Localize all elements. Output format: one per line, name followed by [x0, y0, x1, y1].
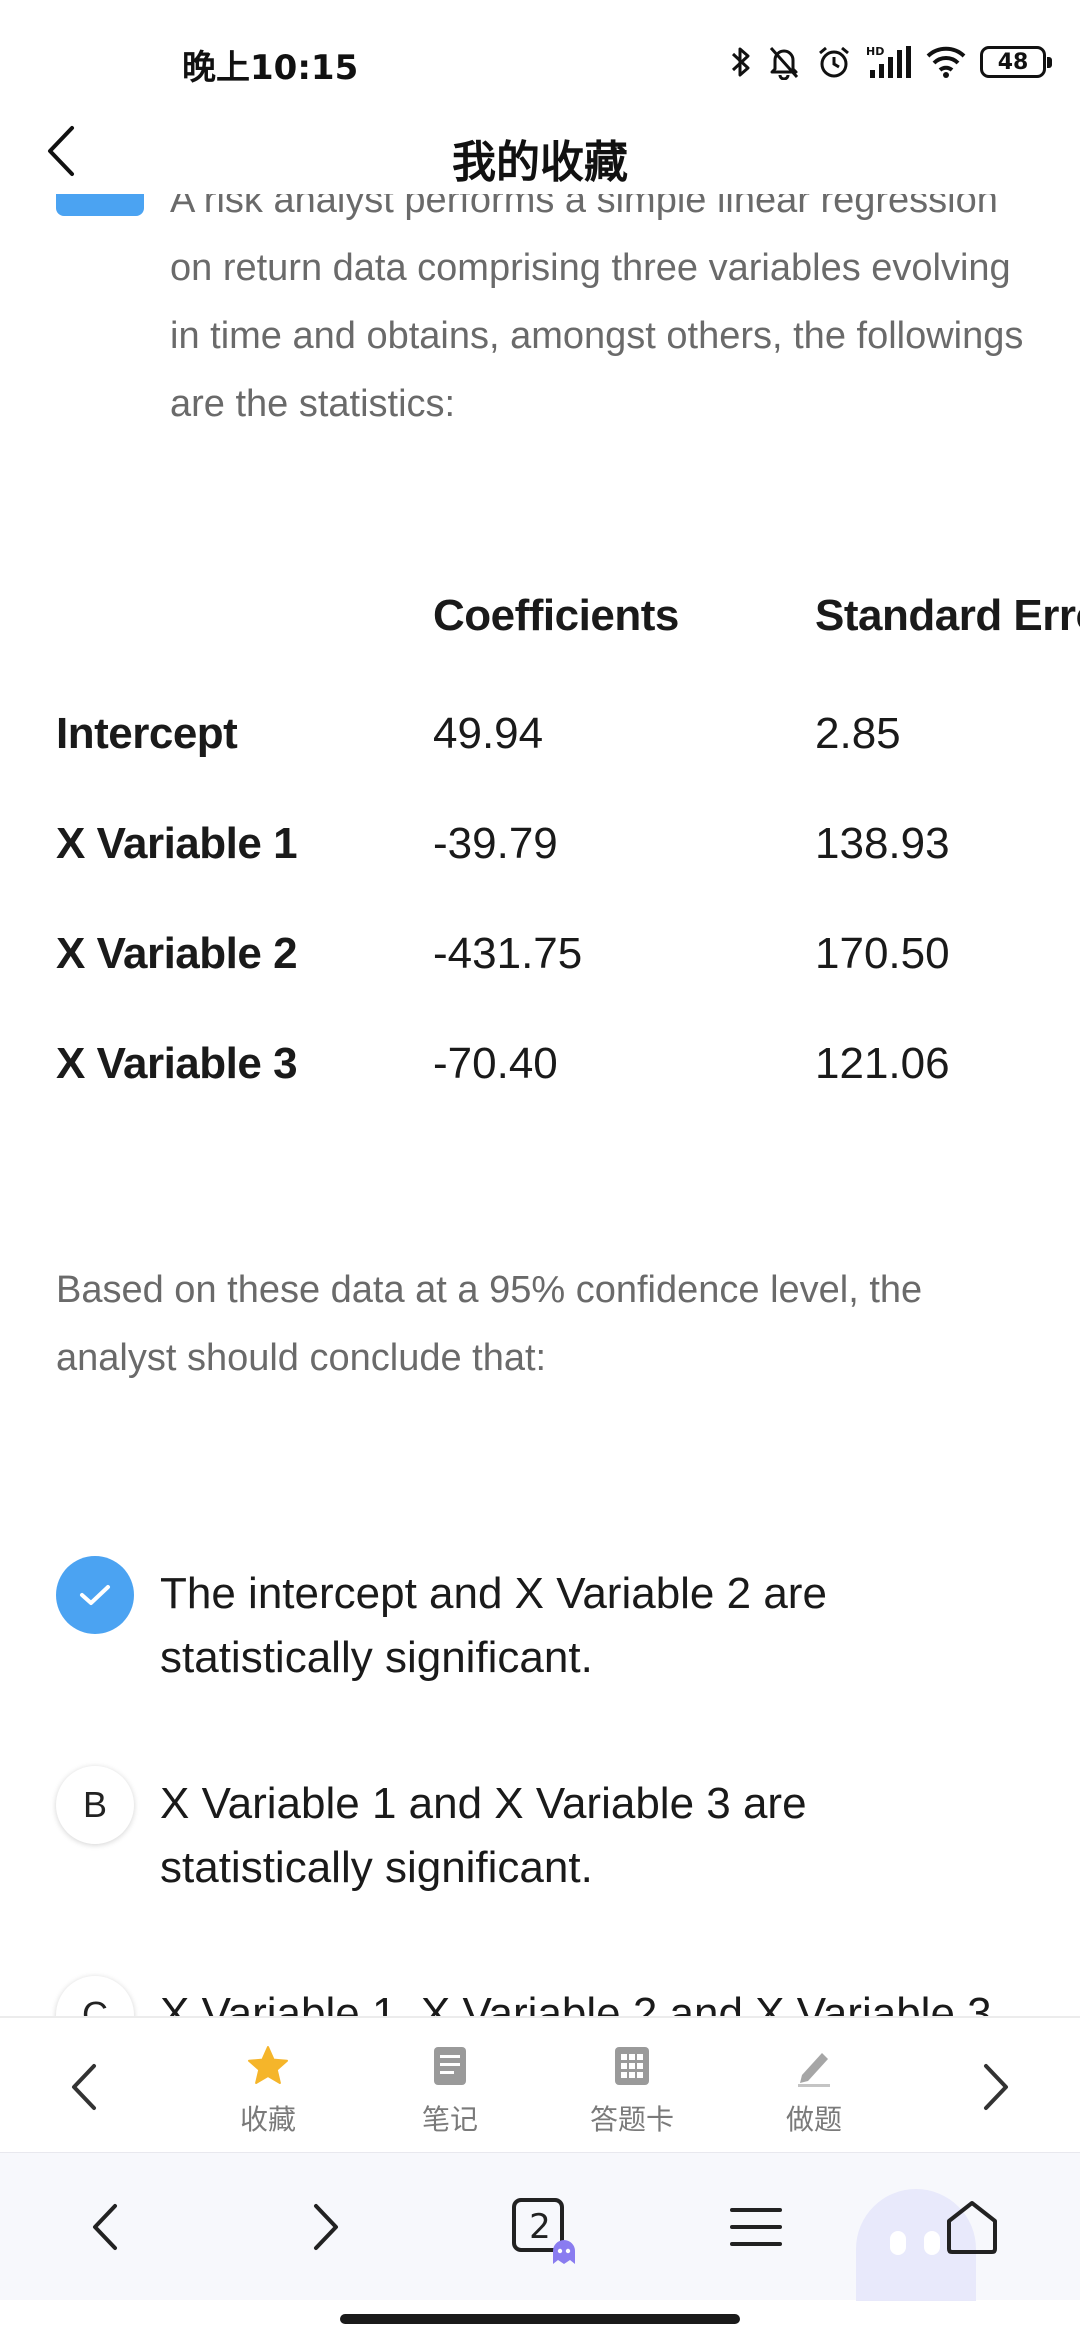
tabs-icon: 2	[512, 2198, 575, 2264]
toolbar-practice-button[interactable]: 做题	[749, 2038, 879, 2138]
mute-bell-icon	[769, 46, 799, 80]
table-row: Intercept 49.94 2.85	[56, 704, 1080, 814]
home-indicator[interactable]	[340, 2314, 740, 2324]
answer-card-icon	[615, 2047, 649, 2085]
browser-tabs-button[interactable]: 2	[490, 2179, 590, 2275]
battery-icon: 48	[980, 46, 1052, 78]
alarm-icon	[819, 46, 849, 78]
star-icon	[248, 2046, 288, 2084]
table-header: Coefficients Standard Error	[56, 586, 1080, 704]
question-toolbar: 收藏 笔记 答题卡 做题	[0, 2016, 1080, 2152]
notebook-icon	[434, 2047, 466, 2085]
page-title: 我的收藏	[452, 137, 628, 188]
hd-signal-icon: HD	[866, 45, 911, 78]
toolbar-label: 答题卡	[589, 2103, 674, 2136]
option-c-letter: C	[56, 1976, 134, 2016]
table-cell: 49.94	[433, 709, 544, 758]
ghost-badge-icon	[553, 2240, 575, 2264]
table-cell: X Variable 3	[56, 1039, 298, 1088]
battery-level: 48	[997, 49, 1029, 75]
status-time: 晚上10:15	[182, 48, 359, 88]
nav-header: 我的收藏	[0, 110, 1080, 194]
bluetooth-icon	[731, 47, 750, 77]
checkmark-icon	[80, 1585, 110, 1605]
conclusion-prompt: Based on these data at a 95% confidence …	[56, 1269, 923, 1379]
chevron-left-icon	[72, 2064, 96, 2110]
table-row: X Variable 1 -39.79 138.93	[56, 814, 1080, 924]
browser-menu-button[interactable]	[706, 2179, 806, 2275]
toolbar-label: 笔记	[421, 2103, 478, 2136]
option-a-selected-marker	[56, 1556, 134, 1634]
question-content: A risk analyst performs a simple linear …	[0, 194, 1080, 2016]
question-text: A risk analyst performs a simple linear …	[170, 194, 1024, 425]
toolbar-favorite-button[interactable]: 收藏	[203, 2038, 333, 2138]
home-icon	[947, 2201, 997, 2254]
toolbar-label: 收藏	[239, 2103, 296, 2136]
previous-question-button[interactable]	[44, 2042, 124, 2132]
svg-text:HD: HD	[866, 45, 884, 58]
browser-nav-bar: 2	[0, 2152, 1080, 2301]
pencil-icon	[798, 2053, 830, 2087]
table-cell: 138.93	[815, 819, 950, 868]
table-header-cell: Coefficients	[433, 591, 679, 640]
option-b-text: X Variable 1 and X Variable 3 are statis…	[160, 1779, 807, 1892]
table-cell: X Variable 1	[56, 819, 298, 868]
chevron-right-icon	[984, 2064, 1008, 2110]
table-cell: -431.75	[433, 929, 583, 978]
next-question-button[interactable]	[956, 2042, 1036, 2132]
status-bar: 晚上10:15 HD 48	[0, 0, 1080, 120]
browser-forward-button[interactable]	[276, 2179, 376, 2275]
question-number-badge	[56, 194, 144, 216]
table-cell: X Variable 2	[56, 929, 298, 978]
browser-home-button[interactable]	[922, 2179, 1022, 2275]
ghost-eye	[890, 2231, 906, 2255]
table-cell: 170.50	[815, 929, 950, 978]
toolbar-answer-card-button[interactable]: 答题卡	[567, 2038, 697, 2138]
table-cell: -39.79	[433, 819, 558, 868]
table-row: X Variable 3 -70.40 121.06	[56, 1034, 1080, 1144]
menu-icon	[730, 2208, 782, 2246]
wifi-icon	[926, 46, 966, 78]
status-icons: HD 48	[730, 40, 1052, 84]
table-header-cell: Standard Error	[815, 591, 1080, 640]
option-c-text: X Variable 1, X Variable 2 and X Variabl…	[160, 1989, 992, 2016]
option-b-letter: B	[56, 1766, 134, 1844]
forward-arrow-icon	[314, 2204, 338, 2250]
back-arrow-icon	[93, 2204, 117, 2250]
toolbar-label: 做题	[785, 2103, 842, 2136]
table-cell: -70.40	[433, 1039, 558, 1088]
browser-back-button[interactable]	[55, 2179, 155, 2275]
table-row: X Variable 2 -431.75 170.50	[56, 924, 1080, 1034]
toolbar-notes-button[interactable]: 笔记	[385, 2038, 515, 2138]
table-cell: 2.85	[815, 709, 901, 758]
table-cell: Intercept	[56, 709, 238, 758]
table-cell: 121.06	[815, 1039, 950, 1088]
statistics-table: Coefficients Standard Error Intercept 49…	[56, 586, 1080, 1144]
option-a-text: The intercept and X Variable 2 are stati…	[160, 1569, 827, 1682]
